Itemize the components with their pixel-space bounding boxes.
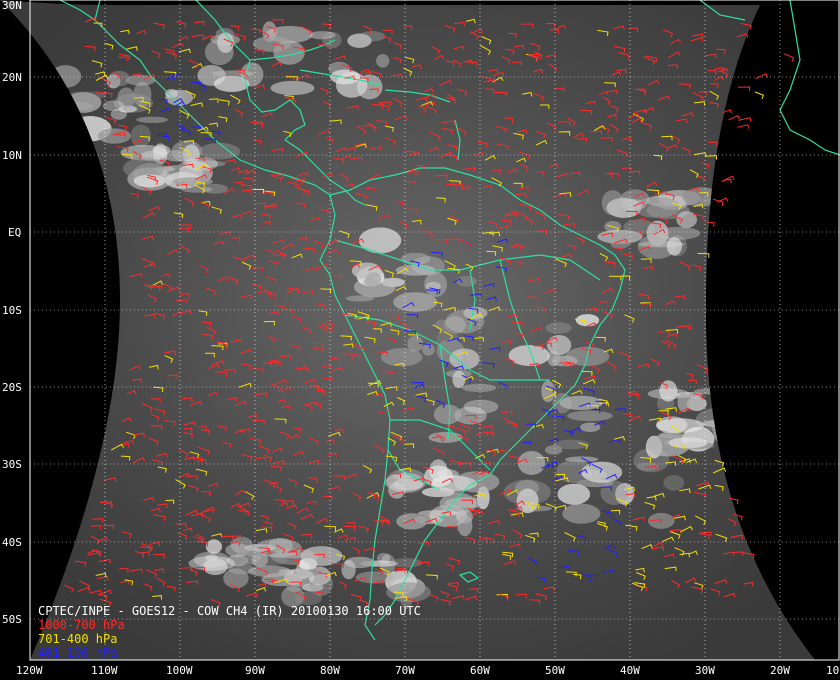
cloud-patch: [393, 292, 438, 312]
cloud-patch: [452, 370, 466, 389]
cloud-patch: [205, 539, 223, 554]
cloud-patch: [102, 100, 125, 112]
lat-label: 30S: [2, 458, 22, 471]
lon-label: 60W: [470, 664, 490, 677]
lon-label: 80W: [320, 664, 340, 677]
legend-item-high-level: 401-100 hPa: [38, 646, 118, 660]
cloud-patch: [182, 156, 218, 171]
cloud-patch: [677, 392, 690, 413]
cloud-patch: [270, 80, 315, 96]
cloud-patch: [567, 410, 613, 422]
cloud-patch: [517, 450, 546, 475]
cloud-patch: [376, 53, 390, 68]
cloud-patch: [247, 565, 292, 578]
cloud-patch: [345, 295, 375, 302]
lon-label: 70W: [395, 664, 415, 677]
lon-label: 10: [826, 664, 839, 677]
cloud-patch: [358, 227, 402, 254]
cloud-patch: [422, 343, 435, 356]
cloud-patch: [581, 461, 623, 483]
cloud-patch: [457, 514, 473, 537]
cloud-patch: [377, 552, 391, 564]
cloud-patch: [456, 275, 478, 287]
cloud-patch: [601, 190, 624, 216]
cloud-patch: [417, 509, 459, 517]
legend: CPTEC/INPE - GOES12 - COW CH4 (IR) 20100…: [38, 604, 421, 660]
cloud-patch: [136, 116, 169, 124]
satellite-wind-map: 30N 20N 10N EQ 10S 20S 30S 40S 50S 120W …: [0, 0, 840, 680]
cloud-patch: [545, 322, 572, 334]
cloud-patch: [444, 497, 489, 509]
lon-label: 100W: [166, 664, 193, 677]
product-title: CPTEC/INPE - GOES12 - COW CH4 (IR) 20100…: [38, 604, 421, 618]
cloud-patch: [559, 395, 603, 411]
cloud-patch: [322, 31, 342, 49]
cloud-patch: [516, 488, 539, 514]
cloud-patch: [449, 348, 480, 370]
cloud-patch: [152, 145, 171, 155]
cloud-patch: [424, 271, 448, 297]
lon-label: 120W: [16, 664, 43, 677]
lat-label: 20S: [2, 381, 22, 394]
lon-label: 20W: [770, 664, 790, 677]
lon-label: 40W: [620, 664, 640, 677]
cloud-patch: [211, 70, 255, 77]
lat-label: 40S: [2, 536, 22, 549]
cloud-patch: [365, 272, 382, 287]
cloud-patch: [133, 174, 166, 188]
cloud-patch: [676, 211, 698, 229]
legend-item-mid-level: 701-400 hPa: [38, 632, 118, 646]
lon-label: 50W: [545, 664, 565, 677]
lat-label: EQ: [8, 226, 21, 239]
lon-label: 30W: [695, 664, 715, 677]
lon-label: 90W: [245, 664, 265, 677]
cloud-patch: [663, 474, 685, 491]
cloud-patch: [396, 513, 428, 530]
cloud-patch: [188, 555, 236, 571]
lat-label: 10N: [2, 149, 22, 162]
lat-label: 10S: [2, 304, 22, 317]
cloud-patch: [655, 226, 701, 240]
cloud-patch: [358, 31, 386, 42]
lat-label: 50S: [2, 613, 22, 626]
legend-item-low-level: 1000-700 hPa: [38, 618, 125, 632]
cloud-patch: [666, 237, 682, 256]
cloud-patch: [201, 183, 228, 194]
cloud-patch: [546, 335, 572, 356]
cloud-patch: [341, 559, 356, 580]
lon-label: 110W: [91, 664, 118, 677]
cloud-patch: [463, 399, 499, 414]
cloud-patch: [462, 383, 497, 393]
cloud-patch: [252, 35, 292, 52]
cloud-patch: [557, 483, 591, 505]
lat-label: 20N: [2, 71, 22, 84]
cloud-patch: [562, 503, 601, 524]
lat-label: 30N: [2, 0, 22, 12]
